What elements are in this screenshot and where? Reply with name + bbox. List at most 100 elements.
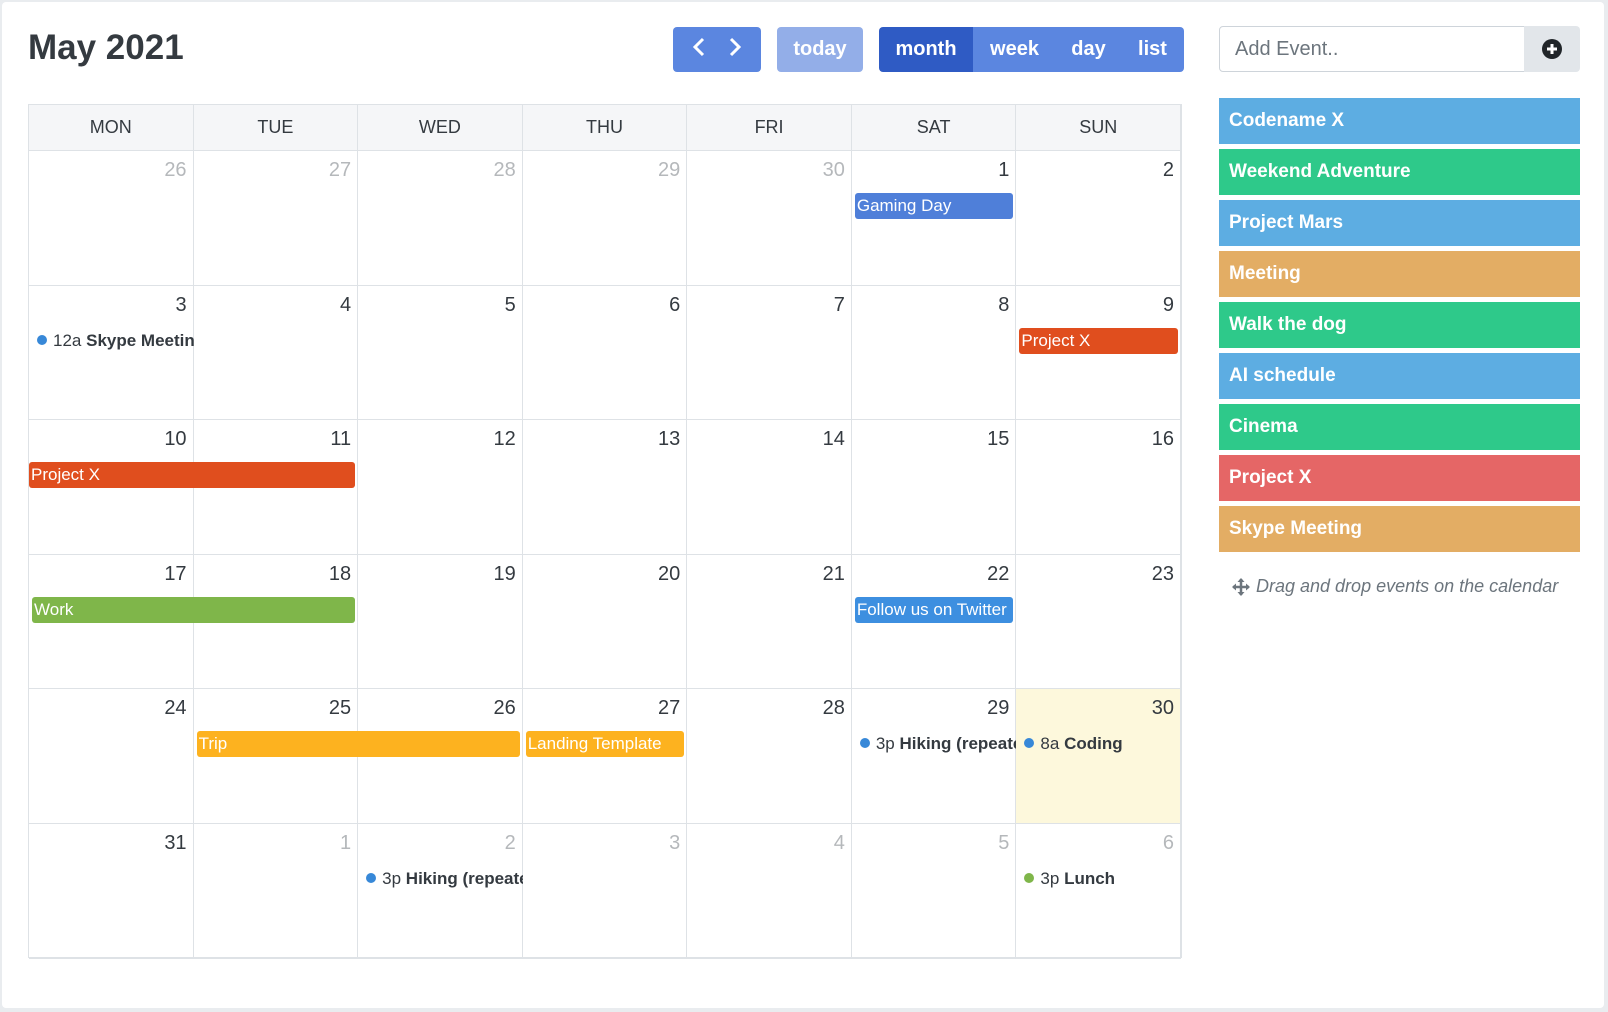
day-number[interactable]: 1	[998, 159, 1009, 182]
day-number[interactable]: 21	[823, 563, 845, 586]
day-number[interactable]: 14	[823, 428, 845, 451]
day-cell[interactable]: 30	[687, 151, 852, 286]
drag-hint: Drag and drop events on the calendar	[1232, 576, 1558, 597]
day-cell[interactable]: 20	[522, 554, 688, 690]
day-number[interactable]: 4	[340, 294, 351, 317]
view-month-button[interactable]: month	[879, 27, 973, 72]
calendar-event[interactable]: Gaming Day	[854, 193, 1014, 219]
day-cell[interactable]: 4	[687, 824, 852, 959]
prev-button[interactable]	[692, 37, 706, 63]
calendar-event[interactable]: 3p Hiking (repeated)	[358, 866, 523, 892]
day-number[interactable]: 10	[164, 428, 186, 451]
day-number[interactable]: 31	[164, 832, 186, 855]
day-number[interactable]: 28	[823, 697, 845, 720]
today-button[interactable]: today	[777, 27, 863, 72]
day-number[interactable]: 2	[1163, 159, 1174, 182]
day-number[interactable]: 29	[658, 159, 680, 182]
day-cell[interactable]: 3	[522, 824, 688, 959]
day-cell[interactable]: 4	[193, 285, 359, 421]
day-number[interactable]: 15	[987, 428, 1009, 451]
day-cell[interactable]: 15	[851, 420, 1017, 555]
draggable-event[interactable]: Project Mars	[1219, 200, 1580, 246]
calendar-event[interactable]: 3p Hiking (repeated)	[852, 731, 1016, 757]
day-cell[interactable]: 31	[29, 824, 194, 959]
day-number[interactable]: 29	[987, 697, 1009, 720]
day-cell[interactable]: 27	[193, 151, 359, 286]
day-number[interactable]: 1	[340, 832, 351, 855]
next-button[interactable]	[728, 37, 742, 63]
day-number[interactable]: 27	[329, 159, 351, 182]
day-cell[interactable]: 28	[687, 689, 852, 824]
day-cell[interactable]: 5	[851, 824, 1017, 959]
day-cell[interactable]: 19	[358, 554, 523, 690]
day-number[interactable]: 8	[998, 294, 1009, 317]
day-cell[interactable]: 16	[1016, 420, 1181, 555]
calendar-event[interactable]: Project X	[29, 462, 356, 489]
day-number[interactable]: 12	[493, 428, 515, 451]
view-list-button[interactable]: list	[1121, 27, 1184, 72]
day-number[interactable]: 5	[505, 294, 516, 317]
view-day-button[interactable]: day	[1056, 27, 1121, 72]
day-number[interactable]: 4	[834, 832, 845, 855]
day-number[interactable]: 6	[1163, 832, 1174, 855]
draggable-event[interactable]: Weekend Adventure	[1219, 149, 1580, 195]
day-cell[interactable]: 24	[29, 689, 194, 824]
day-cell[interactable]: 12	[358, 420, 523, 555]
calendar-event[interactable]: 8a Coding	[1016, 731, 1181, 757]
day-number[interactable]: 11	[330, 428, 351, 451]
day-number[interactable]: 30	[1152, 697, 1174, 720]
draggable-event[interactable]: Skype Meeting	[1219, 506, 1580, 552]
day-number[interactable]: 16	[1152, 428, 1174, 451]
calendar-event[interactable]: 3p Lunch	[1016, 866, 1181, 892]
day-number[interactable]: 28	[493, 159, 515, 182]
day-cell[interactable]: 21	[687, 554, 852, 690]
draggable-event[interactable]: Cinema	[1219, 404, 1580, 450]
calendar-event[interactable]: Trip	[196, 731, 520, 758]
day-cell[interactable]: 28	[358, 151, 523, 286]
day-cell[interactable]: 5	[358, 285, 523, 421]
day-cell[interactable]: 8	[851, 285, 1017, 421]
calendar-event[interactable]: Follow us on Twitter	[854, 596, 1014, 623]
draggable-event[interactable]: Project X	[1219, 455, 1580, 501]
day-cell[interactable]: 1	[193, 824, 359, 959]
day-number[interactable]: 3	[175, 294, 186, 317]
add-event-input[interactable]: Add Event..	[1219, 26, 1525, 72]
day-cell[interactable]: 13	[522, 420, 688, 555]
day-cell[interactable]: 29	[522, 151, 688, 286]
calendar-event[interactable]: 12a Skype Meeting	[29, 328, 194, 354]
day-number[interactable]: 26	[493, 697, 515, 720]
day-number[interactable]: 25	[329, 697, 351, 720]
day-number[interactable]: 18	[329, 563, 351, 586]
day-number[interactable]: 3	[669, 832, 680, 855]
draggable-event[interactable]: AI schedule	[1219, 353, 1580, 399]
day-number[interactable]: 22	[987, 563, 1009, 586]
day-number[interactable]: 13	[658, 428, 680, 451]
draggable-event[interactable]: Codename X	[1219, 98, 1580, 144]
day-number[interactable]: 5	[998, 832, 1009, 855]
view-week-button[interactable]: week	[973, 27, 1056, 72]
day-number[interactable]: 7	[834, 294, 845, 317]
day-cell[interactable]: 7	[687, 285, 852, 421]
draggable-event[interactable]: Walk the dog	[1219, 302, 1580, 348]
day-number[interactable]: 6	[669, 294, 680, 317]
calendar-event[interactable]: Landing Template	[525, 731, 685, 758]
draggable-event[interactable]: Meeting	[1219, 251, 1580, 297]
add-event-button[interactable]	[1524, 26, 1580, 72]
day-number[interactable]: 23	[1152, 563, 1174, 586]
day-number[interactable]: 30	[823, 159, 845, 182]
day-number[interactable]: 17	[164, 563, 186, 586]
day-cell[interactable]: 26	[29, 151, 194, 286]
day-cell[interactable]: 6	[522, 285, 688, 421]
day-cell[interactable]: 23	[1016, 554, 1181, 690]
day-number[interactable]: 26	[164, 159, 186, 182]
day-cell[interactable]: 14	[687, 420, 852, 555]
calendar-event[interactable]: Project X	[1019, 327, 1178, 354]
calendar-event[interactable]: Work	[32, 596, 356, 623]
day-number[interactable]: 2	[505, 832, 516, 855]
day-number[interactable]: 9	[1163, 294, 1174, 317]
day-number[interactable]: 20	[658, 563, 680, 586]
day-cell[interactable]: 2	[1016, 151, 1181, 286]
day-number[interactable]: 24	[164, 697, 186, 720]
day-number[interactable]: 19	[493, 563, 515, 586]
day-number[interactable]: 27	[658, 697, 680, 720]
